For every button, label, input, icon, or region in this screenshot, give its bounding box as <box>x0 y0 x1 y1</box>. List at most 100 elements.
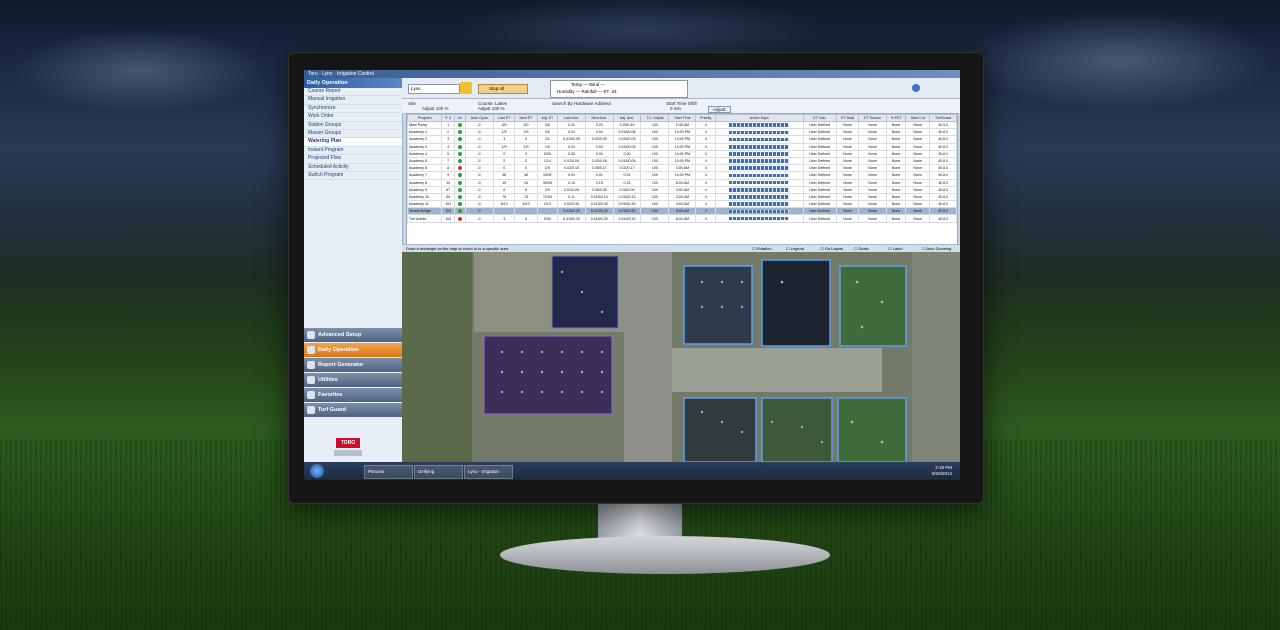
help-icon[interactable] <box>912 84 920 92</box>
table-row[interactable]: Academy 10 59 ☑ 75 75 71/04 0.11 0.015/0.13 0.01… <box>407 192 957 202</box>
table-row[interactable]: Academy 7 9 ☑ 46 46 0/0/8 0.01 0.01 0.01 100 10:00… <box>407 171 957 180</box>
status-dot-icon[interactable] <box>457 194 462 199</box>
course-select[interactable]: Lynx <box>408 84 460 94</box>
nav-utilities[interactable]: Utilities <box>304 373 402 387</box>
column-header[interactable]: Next Amt. <box>584 114 614 122</box>
column-header[interactable]: Adj. ET <box>536 114 559 122</box>
auto-cycle-checkbox[interactable]: ☑ <box>464 120 495 130</box>
column-header[interactable]: Next ET <box>514 114 538 122</box>
taskbar-item[interactable]: Unifying <box>414 465 463 479</box>
cell-fet: None <box>885 207 907 216</box>
column-header[interactable]: P. # <box>441 114 455 122</box>
table-row[interactable]: Academy 5 7 ☑ 2 2 1/14 0.02/0.09 0.03/0.09 0.015… <box>407 156 957 166</box>
column-header[interactable]: Last ET <box>493 114 516 122</box>
sidebar-item-course-report[interactable]: Course Report <box>304 88 402 97</box>
window-title: Toro · Lynx · Irrigation Control <box>304 70 960 78</box>
column-header[interactable]: On <box>453 114 466 122</box>
auto-cycle-checkbox[interactable]: ☑ <box>464 207 495 216</box>
auto-cycle-checkbox[interactable]: ☑ <box>464 200 495 209</box>
sidebar-item-scheduled-activity[interactable]: Scheduled Activity <box>304 164 402 172</box>
column-header[interactable]: T.C. Adjust <box>640 114 670 122</box>
column-header[interactable]: TurfGuard <box>929 114 957 122</box>
status-dot-icon[interactable] <box>457 166 462 171</box>
cell-cut: None <box>905 207 931 216</box>
table-row[interactable]: Academy 3 4 ☑ 1/9 1/9 1/9 0.01 0.04 0.015/0.06 10… <box>407 142 957 151</box>
sidebar-item-manual-irrigation[interactable]: Manual Irrigation <box>304 96 402 105</box>
cell-multi: None <box>835 200 860 209</box>
column-header[interactable]: Start Cut <box>905 114 931 122</box>
sidebar-item-station-groups[interactable]: Station Groups <box>304 122 402 130</box>
auto-cycle-checkbox[interactable]: ☑ <box>464 192 495 202</box>
sidebar-item-work-order[interactable]: Work Order <box>304 113 402 122</box>
nav-favorites[interactable]: Favorites <box>304 388 402 402</box>
table-row[interactable]: Academy 8 10 ☑ 15 15 39/06 0.15 0.15 0.15 100 8:00… <box>407 178 957 187</box>
table-row[interactable]: Tennis Bridge 103 ☑ 0.015/0.30 0.015/0.30 0.0… <box>407 207 957 216</box>
auto-cycle-checkbox[interactable]: ☑ <box>464 171 495 180</box>
column-header[interactable]: Active Days <box>715 114 804 122</box>
adjust-button[interactable]: Adjust <box>708 106 731 113</box>
table-row[interactable]: Academy 9 57 ☑ 6 6 2/9 0.01/0.09 0.06/0.09 0.03/… <box>407 185 957 194</box>
nav-daily-operation[interactable]: Daily Operation <box>304 343 402 357</box>
column-header[interactable]: Priority <box>695 114 717 122</box>
sidebar-item-watering-plan[interactable]: Watering Plan <box>304 138 402 147</box>
column-header[interactable]: Start Time <box>668 114 697 122</box>
column-header[interactable]: ET Source <box>858 114 887 122</box>
column-header[interactable]: ET Multi <box>835 114 860 122</box>
aerial-map[interactable] <box>402 252 960 462</box>
table-row[interactable]: Academy 11 101 ☑ 5/13 5/13 2/13 0.02/0.30 0.015… <box>407 200 957 209</box>
column-header[interactable]: % FET <box>885 114 907 122</box>
status-dot-icon[interactable] <box>457 209 462 214</box>
status-dot-icon[interactable] <box>457 202 462 207</box>
cell-tg: 40.8.0 <box>929 200 957 209</box>
auto-cycle-checkbox[interactable]: ☑ <box>464 128 495 137</box>
column-header[interactable]: Adj. Amt. <box>612 114 642 122</box>
start-button[interactable] <box>310 464 324 478</box>
nav-report-generator[interactable]: Report Generator <box>304 358 402 372</box>
status-dot-icon[interactable] <box>457 137 462 142</box>
status-dot-icon[interactable] <box>457 187 462 192</box>
column-header[interactable]: Auto Cycle <box>464 114 495 122</box>
sun-icon[interactable] <box>460 82 472 94</box>
site-adjust[interactable]: Adjust 100 % <box>422 106 449 111</box>
table-row[interactable]: Academy 1 2 ☑ 1/9 1/9 0/2 0.01 0.04 0.015/0.06 10… <box>407 128 957 137</box>
sidebar-item-switch-program[interactable]: Switch Program <box>304 172 402 181</box>
start-time-value[interactable]: 0 min <box>670 106 681 111</box>
table-row[interactable]: Academy 2 3 ☑ 3 3 2/1 0.015/0.09 0.03/0.09 0.015… <box>407 135 957 144</box>
cell-last: 0.01 <box>557 171 586 180</box>
auto-cycle-checkbox[interactable]: ☑ <box>464 156 495 166</box>
auto-cycle-checkbox[interactable]: ☑ <box>464 149 495 158</box>
status-dot-icon[interactable] <box>457 216 462 221</box>
auto-cycle-checkbox[interactable]: ☑ <box>464 214 495 223</box>
nav-advanced-setup[interactable]: Advanced Setup <box>304 328 402 342</box>
auto-cycle-checkbox[interactable]: ☑ <box>464 178 495 187</box>
auto-cycle-checkbox[interactable]: ☑ <box>464 142 495 151</box>
table-row[interactable]: Academy 6 8 ☑ 0 0 1/9 0.02/0.15 0.06/0.17 0.02/0… <box>407 164 957 173</box>
column-header[interactable]: Last Amt. <box>557 114 586 122</box>
sidebar-item-master-groups[interactable]: Master Groups <box>304 130 402 139</box>
column-header[interactable]: ET Calc <box>802 114 837 122</box>
auto-cycle-checkbox[interactable]: ☑ <box>464 185 495 194</box>
column-header[interactable]: Program <box>407 114 443 122</box>
sidebar-item-projected-flow[interactable]: Projected Flow <box>304 155 402 164</box>
cell-last: 0.015/0.30 <box>557 214 586 223</box>
status-dot-icon[interactable] <box>457 130 462 135</box>
cell-name: Main Pump <box>407 120 443 130</box>
stop-all-button[interactable]: Stop All <box>478 84 528 94</box>
status-dot-icon[interactable] <box>457 173 462 178</box>
status-dot-icon[interactable] <box>457 180 462 185</box>
taskbar-item[interactable]: Pictures <box>364 465 413 479</box>
status-dot-icon[interactable] <box>457 151 462 156</box>
table-row[interactable]: Turf Admin 104 ☑ 3 3 0/00 0.015/0.30 0.015/0.30… <box>407 214 957 223</box>
sidebar-item-instant-program[interactable]: Instant Program <box>304 147 402 156</box>
course-adjust[interactable]: Adjust 100 % <box>478 106 505 111</box>
status-dot-icon[interactable] <box>457 159 462 164</box>
table-row[interactable]: Academy 4 5 ☑ 0 0 0/00 0.00 0.00 0.00 100 10:00 PM… <box>407 149 957 158</box>
table-row[interactable]: Main Pump 1 ☑ 0/0 0/0 0/0 0.20 0.20 0.25/0.49 100… <box>407 120 957 130</box>
sidebar-item-synchronize[interactable]: Synchronize <box>304 105 402 114</box>
auto-cycle-checkbox[interactable]: ☑ <box>464 164 495 173</box>
status-dot-icon[interactable] <box>457 144 462 149</box>
status-dot-icon[interactable] <box>457 123 462 128</box>
auto-cycle-checkbox[interactable]: ☑ <box>464 135 495 144</box>
taskbar-item[interactable]: Lynx - Irrigation <box>464 465 513 479</box>
nav-turf-guard[interactable]: Turf Guard <box>304 403 402 417</box>
